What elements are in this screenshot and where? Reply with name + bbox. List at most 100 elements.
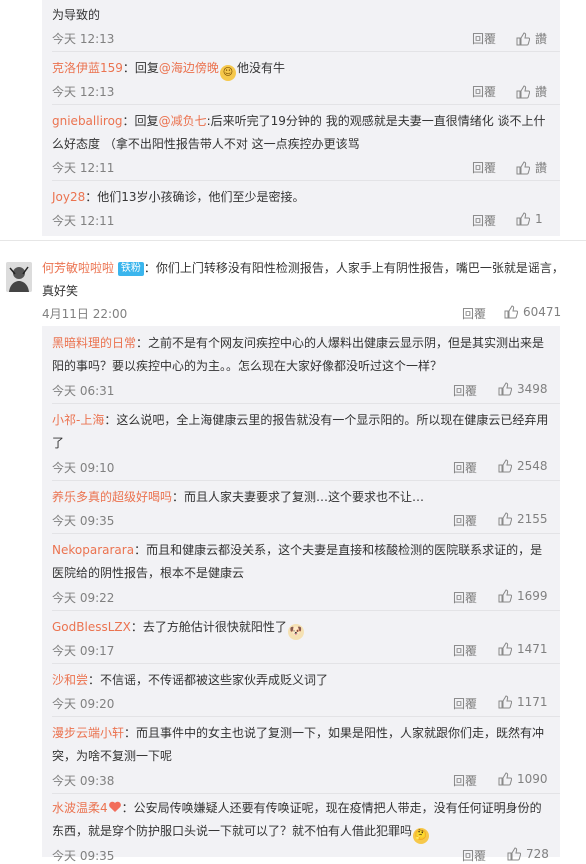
timestamp: 今天 09:17	[52, 644, 115, 658]
reply-prefix: ：回复	[122, 114, 159, 128]
dog-emoji: 🐶	[287, 624, 304, 640]
list-item: 为导致的 今天 12:13 回覆 讚	[52, 4, 560, 50]
reply-text: ：不信谣，不传谣都被这些家伙弄成贬义词了	[88, 673, 329, 687]
like-button[interactable]: 2548	[498, 459, 548, 473]
reply-text: ：而且事件中的女主也说了复测一下，如果是阳性，人家就跟你们走，既然有冲突，为啥不…	[52, 726, 545, 763]
like-button[interactable]: 2155	[498, 512, 548, 526]
like-button[interactable]: 1471	[498, 642, 548, 656]
username-link[interactable]: 何芳敏啦啦啦	[42, 261, 114, 275]
divider	[52, 610, 560, 611]
reply-text-continued: 为导致的	[52, 8, 101, 22]
like-button[interactable]: 讚	[516, 83, 547, 100]
thumbs-up-icon	[507, 847, 521, 861]
reply-button[interactable]: 回覆	[453, 642, 477, 659]
reply-button[interactable]: 回覆	[462, 305, 486, 322]
reply-button[interactable]: 回覆	[472, 83, 496, 100]
username-link[interactable]: gnieballirog	[52, 114, 123, 128]
like-label: 1	[535, 212, 543, 226]
like-label: 讚	[535, 85, 548, 99]
reply-button[interactable]: 回覆	[472, 159, 496, 176]
like-count: 1171	[517, 695, 548, 709]
reply-text: ：而且人家夫妻要求了复测…这个要求也不让…	[172, 490, 425, 504]
thumbs-up-icon	[498, 642, 512, 656]
like-label: 讚	[535, 32, 548, 46]
username-link[interactable]: 小祁-上海	[52, 413, 104, 427]
username-link[interactable]: GodBlessLZX	[52, 620, 131, 634]
like-button[interactable]: 1699	[498, 589, 548, 603]
like-count: 3498	[517, 382, 548, 396]
like-button[interactable]: 60471	[504, 305, 561, 319]
avatar-image-icon	[6, 262, 32, 292]
like-button[interactable]: 1090	[498, 772, 548, 786]
list-item: 黑暗料理的日常：之前不是有个网友问疾控中心的人爆料出健康云显示阴，但是其实测出来…	[52, 332, 560, 402]
reply-prefix: ：回复	[122, 61, 159, 75]
fan-badge: 铁粉	[117, 262, 144, 276]
avatar[interactable]	[6, 262, 32, 292]
timestamp: 今天 12:11	[52, 214, 115, 228]
thumbs-up-icon	[516, 84, 530, 98]
like-count: 728	[526, 847, 549, 861]
divider	[52, 180, 560, 181]
timestamp: 今天 12:13	[52, 32, 115, 46]
like-count: 1090	[517, 772, 548, 786]
list-item: Joy28：他们13岁小孩确诊，他们至少是密接。 今天 12:11 回覆 1	[52, 186, 560, 232]
thumbs-up-icon	[516, 212, 530, 226]
list-item: gnieballirog：回复@减负七:后来听完了19分钟的 我的观感就是夫妻一…	[52, 110, 560, 180]
username-link[interactable]: 黑暗料理的日常	[52, 336, 136, 350]
reply-button[interactable]: 回覆	[453, 695, 477, 712]
reply-button[interactable]: 回覆	[453, 589, 477, 606]
comment-divider	[0, 240, 586, 241]
username-link[interactable]: 水波温柔4	[52, 801, 108, 815]
divider	[52, 104, 560, 105]
timestamp: 今天 09:20	[52, 697, 115, 711]
list-item: 水波温柔4 ：公安局传唤嫌疑人还要有传唤证呢，现在疫情把人带走，没有任何证明身份的…	[52, 797, 560, 863]
thinking-emoji: 🤔	[413, 828, 430, 844]
username-link[interactable]: 克洛伊蓝159	[52, 61, 123, 75]
reply-button[interactable]: 回覆	[472, 30, 496, 47]
username-link[interactable]: 养乐多真的超级好喝吗	[52, 490, 172, 504]
like-button[interactable]: 3498	[498, 382, 548, 396]
username-link[interactable]: Nekopararara	[52, 543, 134, 557]
thumbs-up-icon	[504, 305, 518, 319]
like-button[interactable]: 1	[516, 212, 543, 226]
reply-button[interactable]: 回覆	[453, 459, 477, 476]
username-link[interactable]: Joy28	[52, 190, 85, 204]
reply-text: ：公安局传唤嫌疑人还要有传唤证呢，现在疫情把人带走，没有任何证明身份的东西，就是…	[52, 801, 542, 838]
reply-text: ：他们13岁小孩确诊，他们至少是密接。	[85, 190, 305, 204]
nested-replies-top: 为导致的 今天 12:13 回覆 讚 克洛伊蓝159：回复@海边傍晚 ☺ 他没有牛 …	[42, 0, 560, 236]
reply-button[interactable]: 回覆	[453, 512, 477, 529]
list-item: 克洛伊蓝159：回复@海边傍晚 ☺ 他没有牛 今天 12:13 回覆 讚	[52, 57, 560, 103]
divider	[52, 793, 560, 794]
reply-button[interactable]: 回覆	[453, 382, 477, 399]
list-item: 养乐多真的超级好喝吗：而且人家夫妻要求了复测…这个要求也不让… 今天 09:35…	[52, 486, 560, 532]
thumbs-up-icon	[498, 512, 512, 526]
divider	[52, 403, 560, 404]
username-link[interactable]: 沙和尝	[52, 673, 88, 687]
thumbs-up-icon	[498, 695, 512, 709]
reply-text: 他没有牛	[236, 61, 285, 75]
timestamp: 今天 12:11	[52, 161, 115, 175]
reply-button[interactable]: 回覆	[453, 772, 477, 789]
thumbs-up-icon	[516, 160, 530, 174]
mention-link[interactable]: @减负七	[159, 114, 207, 128]
like-count: 1699	[517, 589, 548, 603]
timestamp: 今天 12:13	[52, 85, 115, 99]
timestamp: 今天 06:31	[52, 384, 115, 398]
nested-replies: 黑暗料理的日常：之前不是有个网友问疾控中心的人爆料出健康云显示阴，但是其实测出来…	[42, 326, 560, 863]
timestamp: 今天 09:38	[52, 774, 115, 788]
like-count: 60471	[523, 305, 562, 319]
reply-button[interactable]: 回覆	[462, 847, 486, 864]
like-button[interactable]: 1171	[498, 695, 548, 709]
list-item: Nekopararara：而且和健康云都没关系，这个夫妻是直接和核酸检测的医院联…	[52, 539, 560, 609]
thumbs-up-icon	[498, 459, 512, 473]
username-link[interactable]: 漫步云端小轩	[52, 726, 124, 740]
mention-link[interactable]: @海边傍晚	[159, 61, 219, 75]
main-comment-meta: 4月11日 22:00 回覆 60471	[42, 305, 572, 321]
main-comment: 何芳敏啦啦啦 铁粉 ：你们上门转移没有阳性检测报告，人家手上有阴性报告，嘴巴一张就…	[42, 257, 572, 303]
like-button[interactable]: 728	[507, 847, 549, 861]
reply-button[interactable]: 回覆	[472, 212, 496, 229]
list-item: GodBlessLZX：去了方舱估计很快就阳性了 🐶 今天 09:17 回覆 14…	[52, 616, 560, 662]
like-button[interactable]: 讚	[516, 30, 547, 47]
like-button[interactable]: 讚	[516, 159, 547, 176]
list-item: 漫步云端小轩：而且事件中的女主也说了复测一下，如果是阳性，人家就跟你们走，既然有…	[52, 722, 560, 792]
